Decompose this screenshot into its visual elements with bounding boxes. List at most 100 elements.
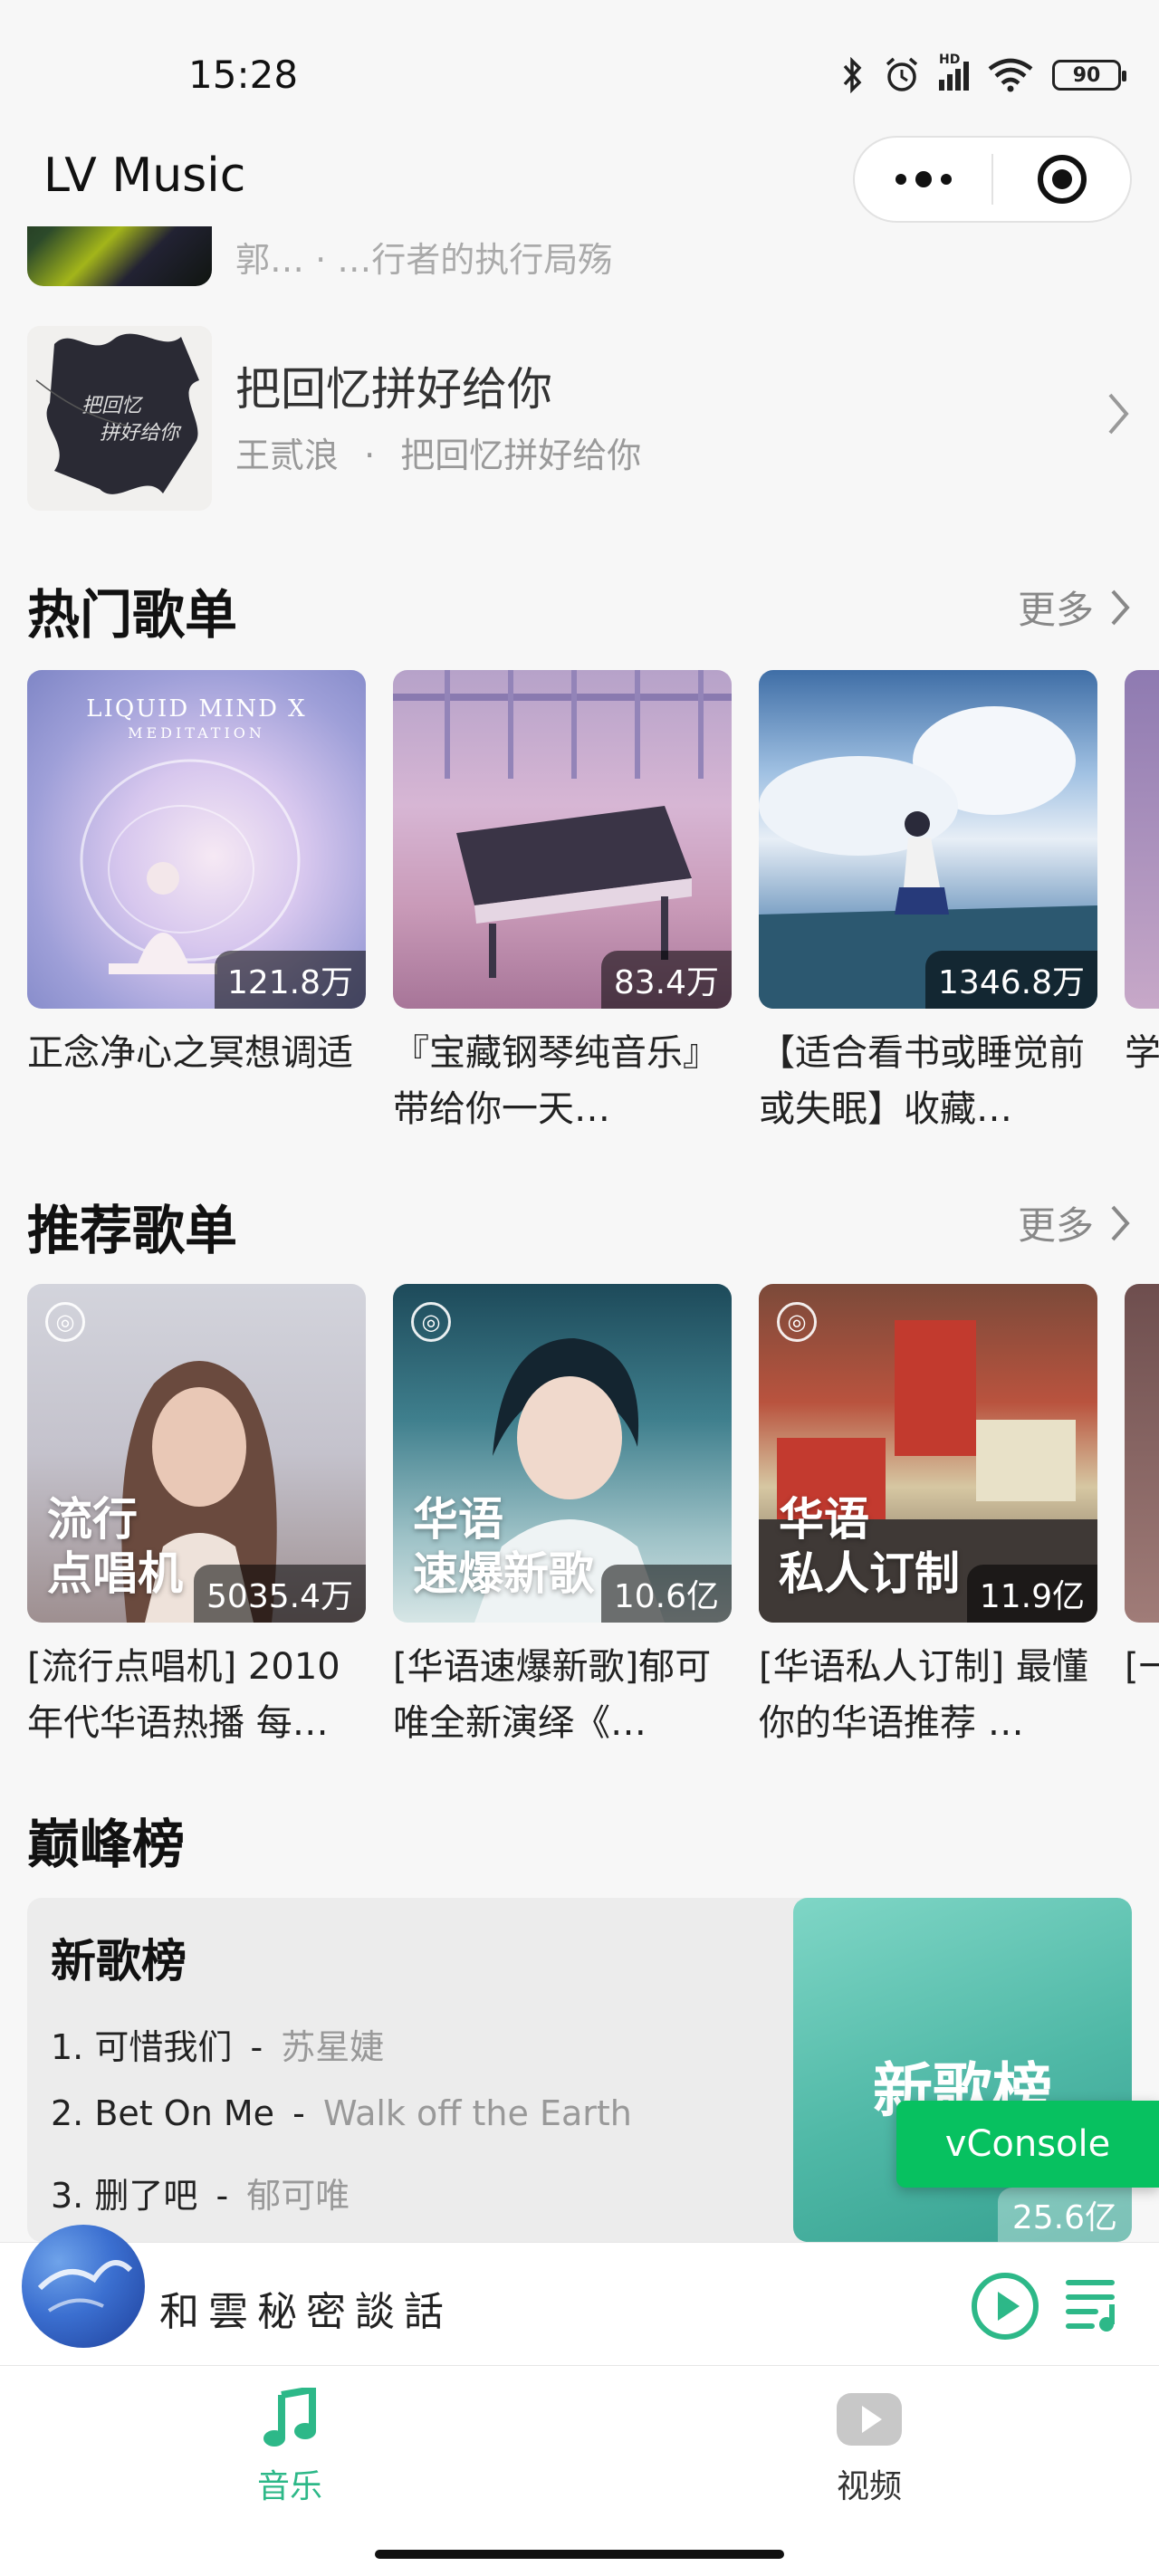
network-label: HD — [939, 53, 961, 67]
cover-overlay-line1: 华语 — [779, 1493, 869, 1546]
cover-overlay-line2: 速爆新歌 — [413, 1547, 594, 1600]
playlist-title: [一…靓… — [1125, 1646, 1159, 1688]
playlist-card[interactable]: [一…靓… — [1125, 1284, 1159, 1751]
mini-player[interactable]: 和雲秘密談話 — [0, 2225, 1159, 2366]
netease-logo-icon: ◎ — [777, 1302, 817, 1342]
chart-rank: 3. — [51, 2176, 84, 2216]
chart-item: 2. Bet On Me - Walk off the Earth — [51, 2093, 632, 2133]
chart-name: 新歌榜 — [51, 1935, 187, 1987]
playlist-cover: ◎ 华语 私人订制 11.9亿 — [759, 1284, 1097, 1623]
chart-song: Bet On Me — [94, 2093, 275, 2133]
more-label: 更多 — [1017, 588, 1094, 632]
playlist-card[interactable]: ◎ 华语 速爆新歌 10.6亿 [华语速爆新歌]郁可唯全新演绎《… — [393, 1284, 732, 1751]
song-title: 把回忆拼好给你 — [235, 363, 552, 416]
play-count: 1346.8万 — [925, 951, 1097, 1009]
more-button[interactable] — [855, 138, 991, 221]
chart-item: 3. 删了吧 - 郁可唯 — [51, 2168, 350, 2217]
chart-cover: 新歌榜 25.6亿 — [793, 1898, 1132, 2242]
status-bar: 15:28 HD 90 — [0, 0, 1159, 154]
song-subtitle: 郭… · …行者的执行局殇 — [235, 240, 613, 280]
tab-label: 视频 — [836, 2468, 902, 2505]
chart-dash: - — [250, 2027, 263, 2067]
section-title: 推荐歌单 — [27, 1200, 238, 1261]
tab-music[interactable]: 音乐 — [199, 2385, 380, 2507]
song-cover — [27, 226, 212, 286]
play-count: 10.6亿 — [600, 1565, 732, 1623]
playlist-cover: 1346.8万 — [759, 670, 1097, 1009]
song-artist: 王贰浪 — [235, 436, 340, 475]
wifi-icon — [988, 58, 1033, 92]
battery-icon: 90 — [1052, 60, 1126, 91]
tab-video[interactable]: 视频 — [779, 2388, 960, 2507]
play-count: 121.8万 — [214, 951, 366, 1009]
song-row[interactable]: 把回忆 拼好给你 把回忆拼好给你 王贰浪 · 把回忆拼好给你 — [27, 326, 1132, 516]
chart-artist: 苏星婕 — [281, 2027, 385, 2067]
chart-song: 删了吧 — [94, 2176, 198, 2216]
home-indicator — [375, 2550, 784, 2559]
charts-header: 巅峰榜 — [27, 1802, 1132, 1875]
playlist-card[interactable]: 83.4万 『宝藏钢琴纯音乐』带给你一天… — [393, 670, 732, 1137]
song-separator: · — [364, 436, 376, 475]
playlist-card[interactable]: 1346.8万 【适合看书或睡觉前或失眠】收藏… — [759, 670, 1097, 1137]
hot-playlists-header: 热门歌单 更多 — [27, 572, 1132, 646]
recommended-playlist-row: ◎ 流行 点唱机 5035.4万 [流行点唱机] 2010年代华语热播 每… ◎… — [27, 1284, 1159, 1755]
cover-overlay: 华语 私人订制 — [779, 1492, 960, 1601]
playlist-title: [华语速爆新歌]郁可唯全新演绎《… — [393, 1646, 712, 1744]
video-play-icon — [837, 2393, 902, 2446]
cover-overlay-line2: 私人订制 — [779, 1547, 960, 1600]
netease-logo-icon: ◎ — [45, 1302, 85, 1342]
play-count: 25.6亿 — [997, 2188, 1132, 2242]
app-bar: LV Music — [0, 136, 1159, 226]
tab-bar: 音乐 视频 — [0, 2365, 1159, 2576]
play-count: 5035.4万 — [194, 1565, 366, 1623]
playlist-cover — [1125, 1284, 1159, 1623]
signal-icon: HD — [939, 53, 969, 91]
song-album: 把回忆拼好给你 — [400, 436, 642, 475]
chart-dash: - — [292, 2093, 305, 2133]
vconsole-button[interactable]: vConsole — [896, 2101, 1159, 2188]
playlist-cover: ◎ 华语 速爆新歌 10.6亿 — [393, 1284, 732, 1623]
bluetooth-icon — [843, 57, 862, 93]
chart-song: 可惜我们 — [94, 2027, 233, 2067]
song-row[interactable]: 郭… · …行者的执行局殇 — [27, 226, 1132, 286]
playlist-card[interactable]: 学…题… — [1125, 670, 1159, 1137]
chevron-right-icon — [1111, 1205, 1130, 1240]
playlist-card[interactable]: ◎ 华语 私人订制 11.9亿 [华语私人订制] 最懂你的华语推荐 … — [759, 1284, 1097, 1751]
app-title: LV Music — [43, 148, 246, 203]
playlist-title: 【适合看书或睡觉前或失眠】收藏… — [759, 1032, 1085, 1130]
chart-item: 1. 可惜我们 - 苏星婕 — [51, 2019, 384, 2069]
chevron-right-icon[interactable] — [1105, 389, 1132, 438]
status-time: 15:28 — [188, 53, 299, 97]
playlist-card[interactable]: ◎ 流行 点唱机 5035.4万 [流行点唱机] 2010年代华语热播 每… — [27, 1284, 366, 1751]
song-cover: 把回忆 拼好给你 — [27, 326, 212, 511]
chart-rank: 2. — [51, 2093, 84, 2133]
cover-overlay: 华语 速爆新歌 — [413, 1492, 594, 1601]
cover-overlay-line1: 流行 — [47, 1493, 138, 1546]
alarm-icon — [886, 57, 918, 91]
chart-artist: Walk off the Earth — [322, 2093, 632, 2133]
netease-logo-icon: ◎ — [411, 1302, 451, 1342]
more-link[interactable]: 更多 — [1018, 1195, 1132, 1250]
play-count: 11.9亿 — [966, 1565, 1097, 1623]
cover-overlay-line1: 华语 — [413, 1493, 503, 1546]
playlist-title: 学…题… — [1125, 1032, 1159, 1074]
tab-label: 音乐 — [256, 2468, 322, 2505]
playlist-card[interactable]: LIQUID MIND X MEDITATION 121.8万 正念净心之冥想调… — [27, 670, 366, 1137]
more-link[interactable]: 更多 — [1018, 579, 1132, 635]
music-note-icon — [263, 2385, 316, 2447]
hot-playlist-row: LIQUID MIND X MEDITATION 121.8万 正念净心之冥想调… — [27, 670, 1159, 1141]
chart-card[interactable]: 新歌榜 1. 可惜我们 - 苏星婕 2. Bet On Me - Walk of… — [27, 1898, 1132, 2242]
playlist-title: [流行点唱机] 2010年代华语热播 每… — [27, 1646, 340, 1744]
mini-program-capsule — [853, 136, 1132, 223]
play-count: 83.4万 — [600, 951, 732, 1009]
status-icons: HD 90 — [841, 53, 1126, 94]
playlist-title: [华语私人订制] 最懂你的华语推荐 … — [759, 1646, 1088, 1744]
playlist-icon[interactable] — [1065, 2275, 1128, 2333]
section-title: 巅峰榜 — [27, 1814, 186, 1875]
close-miniprogram-button[interactable] — [993, 138, 1130, 221]
playlist-cover: 83.4万 — [393, 670, 732, 1009]
more-label: 更多 — [1017, 1203, 1094, 1248]
playlist-title: 正念净心之冥想调适 — [27, 1032, 353, 1074]
playlist-cover — [1125, 670, 1159, 1009]
play-circle-icon[interactable] — [969, 2270, 1041, 2342]
